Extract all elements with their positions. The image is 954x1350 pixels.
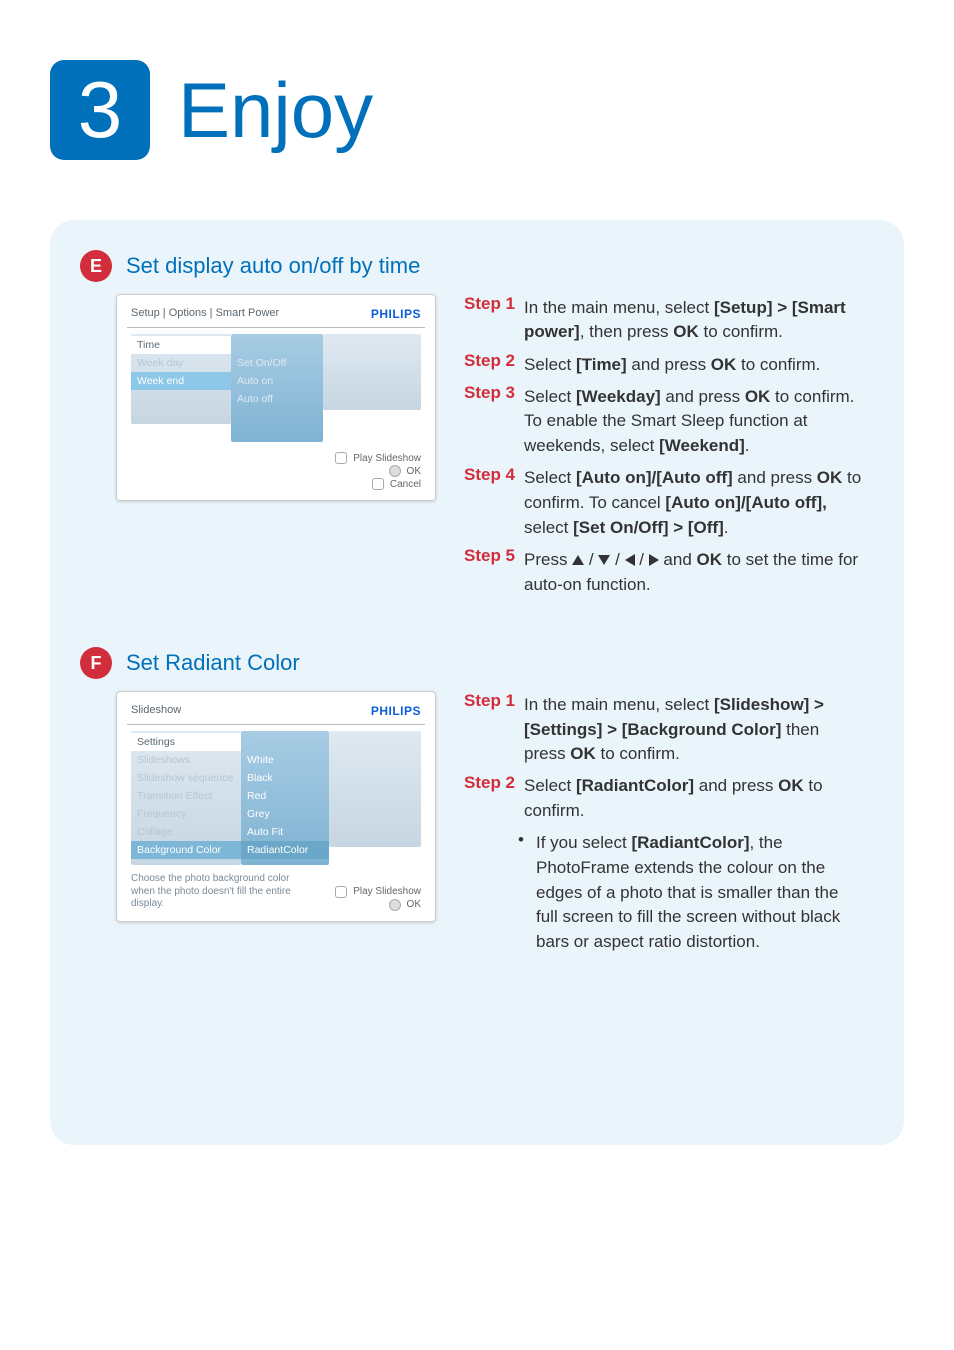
- opt-red: Red: [241, 787, 329, 805]
- breadcrumb-e: Setup | Options | Smart Power: [131, 307, 279, 321]
- screenshot-f: Slideshow PHILIPS Settings Slideshows Sl…: [116, 691, 436, 922]
- row-weekday: Week day: [131, 354, 231, 372]
- step-e5: Step 5 Press / / / and OK to set the tim…: [464, 544, 864, 597]
- step-e2: Step 2 Select [Time] and press OK to con…: [464, 349, 864, 377]
- step-e5-text: Press / / / and OK to set the time for a…: [524, 548, 864, 597]
- opt-autooff: Auto off: [231, 390, 323, 408]
- menu-e: Time Week day Week end Set On/Off Auto o…: [131, 334, 421, 442]
- row-bgcolor: Background Color: [131, 841, 241, 859]
- play-icon: [335, 452, 347, 464]
- footer-e: Play Slideshow OK Cancel: [131, 452, 421, 490]
- section-e-header: E Set display auto on/off by time: [80, 250, 440, 282]
- step-e3-text: Select [Weekday] and press OK to confirm…: [524, 385, 864, 459]
- row-weekend: Week end: [131, 372, 231, 390]
- section-f-steps: Step 1 In the main menu, select [Slidesh…: [464, 647, 864, 958]
- foot-ok: OK: [407, 466, 421, 477]
- ok-icon: [389, 899, 401, 911]
- section-f-left: F Set Radiant Color Slideshow PHILIPS Se…: [80, 647, 440, 958]
- step-f1: Step 1 In the main menu, select [Slidesh…: [464, 689, 864, 767]
- foot-play: Play Slideshow: [353, 453, 421, 464]
- step-e1-text: In the main menu, select [Setup] > [Smar…: [524, 296, 864, 345]
- section-f: F Set Radiant Color Slideshow PHILIPS Se…: [80, 647, 864, 958]
- badge-e: E: [80, 250, 112, 282]
- opt-autoon: Auto on: [231, 372, 323, 390]
- opt-white: White: [241, 751, 329, 769]
- chapter-title: Enjoy: [178, 65, 373, 156]
- section-e-title: Set display auto on/off by time: [126, 253, 420, 279]
- section-e: E Set display auto on/off by time Setup …: [80, 250, 864, 601]
- breadcrumb-f: Slideshow: [131, 704, 181, 718]
- step-e3: Step 3 Select [Weekday] and press OK to …: [464, 381, 864, 459]
- foot-play-f: Play Slideshow: [353, 886, 421, 897]
- section-e-left: E Set display auto on/off by time Setup …: [80, 250, 440, 601]
- row-frequency: Frequency: [131, 805, 241, 823]
- opt-black: Black: [241, 769, 329, 787]
- play-icon: [335, 886, 347, 898]
- cancel-icon: [372, 478, 384, 490]
- page: 3 Enjoy E Set display auto on/off by tim…: [0, 0, 954, 1350]
- step-e2-text: Select [Time] and press OK to confirm.: [524, 353, 864, 378]
- section-e-steps: Step 1 In the main menu, select [Setup] …: [464, 250, 864, 601]
- tab-time: Time: [131, 336, 231, 354]
- section-f-header: F Set Radiant Color: [80, 647, 440, 679]
- step-e1: Step 1 In the main menu, select [Setup] …: [464, 292, 864, 345]
- opt-autofit: Auto Fit: [241, 823, 329, 841]
- opt-grey: Grey: [241, 805, 329, 823]
- step-f1-text: In the main menu, select [Slideshow] > […: [524, 693, 864, 767]
- chapter-header: 3 Enjoy: [50, 60, 904, 160]
- opt-radiant: RadiantColor: [241, 841, 329, 859]
- step-f2: Step 2 Select [RadiantColor] and press O…: [464, 771, 864, 824]
- row-collage: Collage: [131, 823, 241, 841]
- divider: [127, 724, 425, 725]
- row-sequence: Slideshow sequence: [131, 769, 241, 787]
- step-e4-text: Select [Auto on]/[Auto off] and press OK…: [524, 466, 864, 540]
- row-slideshows: Slideshows: [131, 751, 241, 769]
- bullet-f-text: If you select [RadiantColor], the PhotoF…: [536, 831, 864, 954]
- step-f2-text: Select [RadiantColor] and press OK to co…: [524, 774, 864, 823]
- hint-f: Choose the photo background color when t…: [131, 873, 291, 911]
- badge-f: F: [80, 647, 112, 679]
- screenshot-e: Setup | Options | Smart Power PHILIPS Ti…: [116, 294, 436, 501]
- footer-f: Play Slideshow OK: [335, 886, 421, 911]
- bullet-f: • If you select [RadiantColor], the Phot…: [464, 828, 864, 955]
- foot-ok-f: OK: [407, 899, 421, 910]
- step-e4: Step 4 Select [Auto on]/[Auto off] and p…: [464, 463, 864, 541]
- brand-logo: PHILIPS: [371, 307, 421, 321]
- divider: [127, 327, 425, 328]
- chapter-number: 3: [78, 64, 123, 156]
- content-panel: E Set display auto on/off by time Setup …: [50, 220, 904, 1145]
- tab-settings: Settings: [131, 733, 241, 751]
- brand-logo: PHILIPS: [371, 704, 421, 718]
- chapter-number-box: 3: [50, 60, 150, 160]
- ok-icon: [389, 465, 401, 477]
- row-transition: Transition Effect: [131, 787, 241, 805]
- foot-cancel: Cancel: [390, 479, 421, 490]
- menu-f: Settings Slideshows Slideshow sequence T…: [131, 731, 421, 865]
- section-f-title: Set Radiant Color: [126, 650, 300, 676]
- opt-setonoff: Set On/Off: [231, 354, 323, 372]
